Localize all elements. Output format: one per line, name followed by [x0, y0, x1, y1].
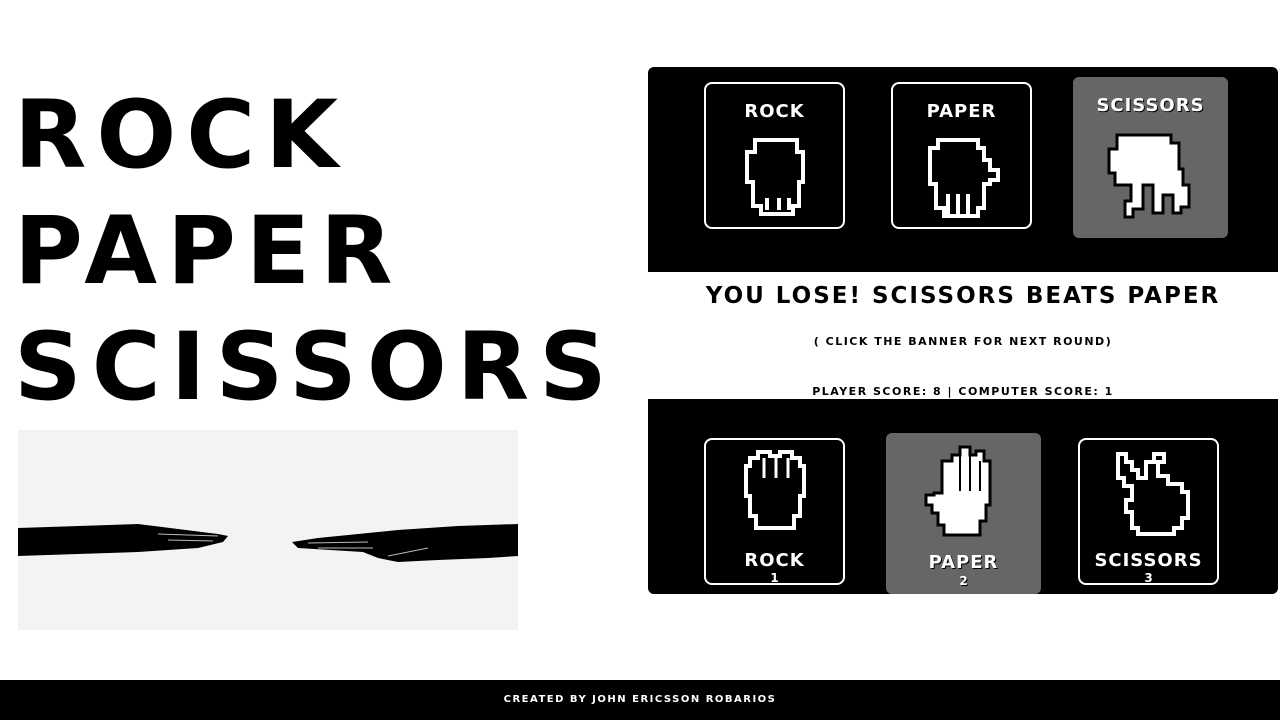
player-choice-rock-button[interactable]: ROCK 1 [704, 438, 845, 585]
computer-choice-rock: ROCK [704, 82, 845, 229]
score-display: PLAYER SCORE: 8 | COMPUTER SCORE: 1 [812, 385, 1114, 398]
player-choice-scissors-button[interactable]: SCISSORS 3 [1078, 438, 1219, 585]
game-title: ROCK PAPER SCISSORS [14, 78, 617, 426]
computer-choice-rock-label: ROCK [744, 101, 805, 122]
player-choice-paper-button[interactable]: PAPER 2 [886, 433, 1041, 594]
pixel-fist-icon [928, 138, 1000, 218]
pixel-open-hand-icon [924, 445, 992, 537]
computer-choice-panel: ROCK PAPER SCISSORS [648, 67, 1278, 272]
pixel-fist-icon [745, 138, 805, 216]
footer-credit: CREATED BY JOHN ERICSSON ROBARIOS [503, 694, 777, 705]
pixel-scissors-hand-icon [1107, 133, 1191, 219]
computer-choice-paper: PAPER [891, 82, 1032, 229]
player-choice-rock-label: ROCK [744, 550, 805, 571]
player-choice-paper-label: PAPER [928, 552, 999, 573]
title-line-scissors: SCISSORS [14, 313, 617, 422]
pixel-fist-icon [744, 450, 806, 530]
computer-choice-paper-label: PAPER [926, 101, 997, 122]
player-choice-scissors-key: 3 [1144, 571, 1153, 585]
round-result-message: YOU LOSE! SCISSORS BEATS PAPER [705, 283, 1221, 309]
player-choice-scissors-label: SCISSORS [1094, 550, 1203, 571]
player-choice-panel: ROCK 1 PAPER 2 SCISSORS 3 [648, 399, 1278, 594]
pixel-peace-hand-icon [1116, 452, 1190, 536]
computer-choice-scissors-label: SCISSORS [1096, 95, 1205, 116]
player-choice-paper-key: 2 [959, 574, 968, 588]
next-round-hint[interactable]: ( CLICK THE BANNER FOR NEXT ROUND) [648, 335, 1278, 348]
title-line-paper: PAPER [14, 197, 403, 306]
footer: CREATED BY JOHN ERICSSON ROBARIOS [0, 680, 1280, 720]
title-line-rock: ROCK [14, 81, 349, 190]
hands-reaching-image [18, 430, 518, 630]
player-choice-rock-key: 1 [770, 571, 779, 585]
computer-choice-scissors: SCISSORS [1073, 77, 1228, 238]
